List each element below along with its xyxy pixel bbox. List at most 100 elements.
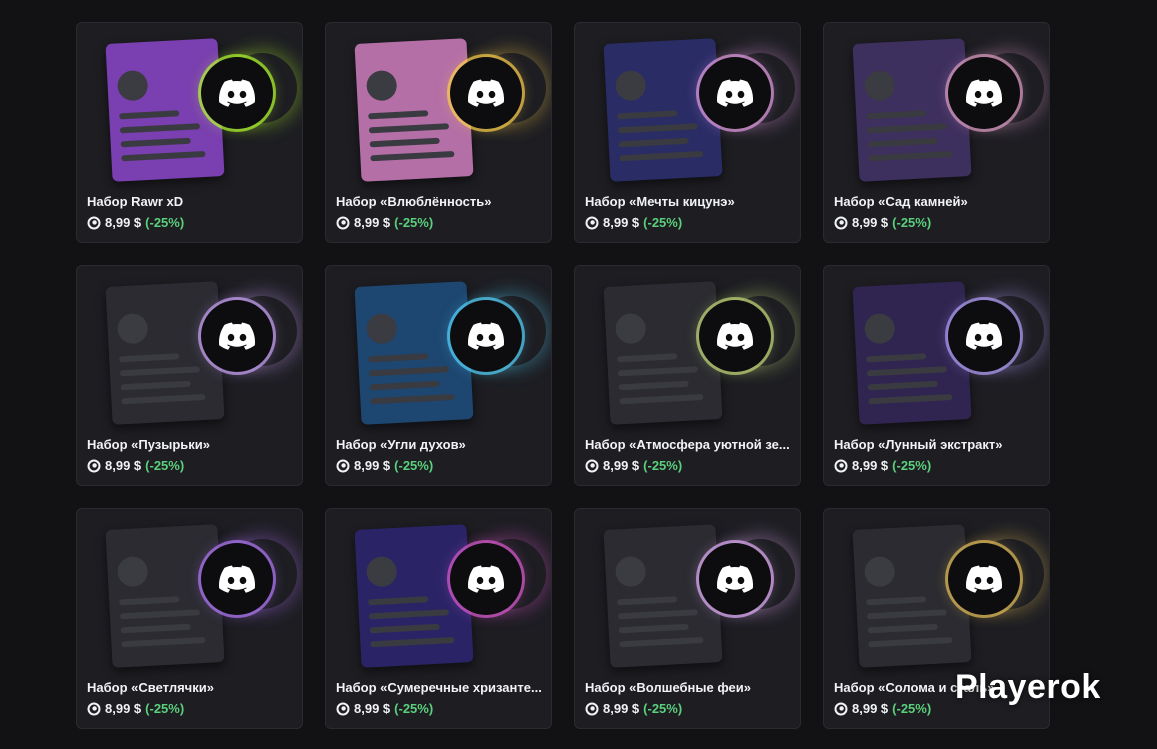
profile-line <box>121 393 206 405</box>
profile-line <box>866 366 948 377</box>
profile-line <box>120 380 191 391</box>
profile-line <box>618 623 689 634</box>
bundle-title: Набор «Волшебные феи» <box>585 680 752 695</box>
bundle-title: Набор «Светлячки» <box>87 680 214 695</box>
avatar-preview <box>699 543 771 615</box>
profile-line <box>868 150 953 162</box>
shop-card-lunar-extract[interactable]: Набор «Лунный экстракт» 8,99 $ (-25%) <box>823 265 1050 486</box>
profile-line <box>866 110 927 120</box>
profile-line <box>369 623 440 634</box>
discord-logo-icon <box>219 322 255 350</box>
price-value: 8,99 $ <box>105 215 142 230</box>
discount-badge: (-25%) <box>145 215 185 230</box>
discord-logo-icon <box>966 79 1002 107</box>
avatar-preview <box>948 57 1020 129</box>
profile-line <box>119 110 180 120</box>
profile-avatar-placeholder <box>863 69 896 102</box>
profile-line <box>119 366 201 377</box>
bundle-title: Набор «Сумеречные хризанте... <box>336 680 542 695</box>
shop-card-spirit-embers[interactable]: Набор «Угли духов» 8,99 $ (-25%) <box>325 265 552 486</box>
profile-line <box>868 393 953 405</box>
profile-line <box>369 137 440 148</box>
profile-avatar-placeholder <box>614 555 647 588</box>
orb-icon <box>87 216 101 229</box>
profile-line <box>119 609 201 620</box>
bundle-title: Набор «Атмосфера уютной зе... <box>585 437 790 452</box>
profile-line <box>867 380 938 391</box>
avatar-preview <box>948 300 1020 372</box>
discount-badge: (-25%) <box>394 701 434 716</box>
shop-card-rock-garden[interactable]: Набор «Сад камней» 8,99 $ (-25%) <box>823 22 1050 243</box>
profile-line <box>368 110 429 120</box>
profile-line <box>866 123 948 134</box>
bundle-artwork <box>824 23 1049 193</box>
bundle-title: Набор «Лунный экстракт» <box>834 437 1003 452</box>
discount-badge: (-25%) <box>643 458 683 473</box>
discord-logo-icon <box>966 565 1002 593</box>
orb-icon <box>585 459 599 472</box>
price-row: 8,99 $ (-25%) <box>834 215 931 230</box>
shop-card-magic-fairies[interactable]: Набор «Волшебные феи» 8,99 $ (-25%) <box>574 508 801 729</box>
shop-card-rawr-xd[interactable]: Набор Rawr xD 8,99 $ (-25%) <box>76 22 303 243</box>
discord-logo-icon <box>468 565 504 593</box>
shop-grid: Набор Rawr xD 8,99 $ (-25%) Набор «Влюбл… <box>76 22 1050 729</box>
profile-avatar-placeholder <box>365 312 398 345</box>
orb-icon <box>336 459 350 472</box>
bundle-title: Набор «Мечты кицунэ» <box>585 194 735 209</box>
shop-card-twilight-chrysanthemums[interactable]: Набор «Сумеречные хризанте... 8,99 $ (-2… <box>325 508 552 729</box>
profile-line <box>866 353 927 363</box>
discord-logo-icon <box>717 565 753 593</box>
price-row: 8,99 $ (-25%) <box>336 701 433 716</box>
profile-line <box>368 123 450 134</box>
discord-logo-icon <box>966 322 1002 350</box>
orb-icon <box>834 459 848 472</box>
shop-card-kitsune-dreams[interactable]: Набор «Мечты кицунэ» 8,99 $ (-25%) <box>574 22 801 243</box>
price-value: 8,99 $ <box>603 701 640 716</box>
watermark-text: Playerok <box>955 668 1101 706</box>
bundle-artwork <box>824 266 1049 436</box>
profile-line <box>370 150 455 162</box>
profile-avatar-placeholder <box>863 312 896 345</box>
bundle-artwork <box>77 23 302 193</box>
bundle-artwork <box>326 23 551 193</box>
bundle-artwork <box>77 509 302 679</box>
discord-logo-icon <box>717 79 753 107</box>
discount-badge: (-25%) <box>892 215 932 230</box>
price-value: 8,99 $ <box>354 701 391 716</box>
profile-line <box>368 353 429 363</box>
discount-badge: (-25%) <box>892 701 932 716</box>
profile-line <box>866 596 927 606</box>
profile-line <box>867 137 938 148</box>
price-row: 8,99 $ (-25%) <box>585 701 682 716</box>
profile-line <box>368 366 450 377</box>
orb-icon <box>87 702 101 715</box>
discord-logo-icon <box>219 565 255 593</box>
price-value: 8,99 $ <box>354 458 391 473</box>
profile-line <box>121 636 206 648</box>
discord-logo-icon <box>219 79 255 107</box>
price-value: 8,99 $ <box>603 458 640 473</box>
profile-line <box>617 609 699 620</box>
profile-line <box>866 609 948 620</box>
price-row: 8,99 $ (-25%) <box>834 458 931 473</box>
discord-logo-icon <box>468 322 504 350</box>
profile-line <box>368 596 429 606</box>
shop-card-infatuation[interactable]: Набор «Влюблённость» 8,99 $ (-25%) <box>325 22 552 243</box>
shop-card-cozy-atmosphere[interactable]: Набор «Атмосфера уютной зе... 8,99 $ (-2… <box>574 265 801 486</box>
profile-line <box>619 636 704 648</box>
profile-line <box>370 636 455 648</box>
bundle-artwork <box>326 266 551 436</box>
shop-card-bubbles[interactable]: Набор «Пузырьки» 8,99 $ (-25%) <box>76 265 303 486</box>
profile-avatar-placeholder <box>116 555 149 588</box>
discord-logo-icon <box>468 79 504 107</box>
avatar-preview <box>201 57 273 129</box>
shop-card-fireflies[interactable]: Набор «Светлячки» 8,99 $ (-25%) <box>76 508 303 729</box>
profile-line <box>617 353 678 363</box>
profile-line <box>368 609 450 620</box>
profile-line <box>619 393 704 405</box>
price-value: 8,99 $ <box>354 215 391 230</box>
profile-line <box>868 636 953 648</box>
profile-line <box>369 380 440 391</box>
avatar-preview <box>948 543 1020 615</box>
bundle-artwork <box>575 266 800 436</box>
